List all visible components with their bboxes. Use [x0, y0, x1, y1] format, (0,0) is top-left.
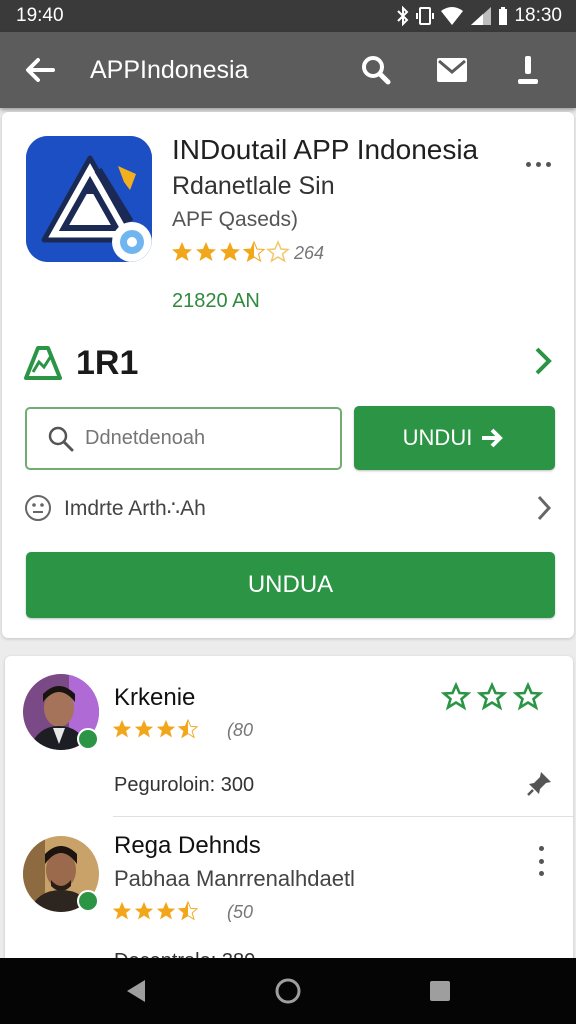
app-bar-title: APPIndonesia [90, 55, 249, 84]
rate-app-label: Imdrte Arth∴Ah [64, 496, 206, 520]
rating-stars-icon [112, 900, 199, 921]
battery-icon [499, 7, 508, 25]
unduh-button[interactable]: UNDUI [354, 406, 555, 470]
nav-home-button[interactable] [258, 961, 318, 1021]
app-name: INDoutail APP Indonesia [172, 134, 479, 165]
system-nav-bar [0, 958, 576, 1024]
status-time: 19:40 [16, 5, 64, 26]
reviewer-subtitle: Pabhaa Manrrenalhdaetl [114, 866, 355, 891]
review-rating: (50 [111, 900, 253, 924]
app-rating: 264 [170, 240, 324, 266]
reviews-card: Krkenie (80 Peguroloin: 300 Rega Dehnds … [5, 656, 573, 976]
wifi-icon [441, 7, 464, 25]
nav-back-icon [127, 980, 145, 1002]
reviewer-name: Rega Dehnds [114, 832, 261, 859]
bluetooth-icon [397, 6, 409, 26]
search-input[interactable] [85, 427, 325, 450]
app-category: APF Qaseds) [172, 208, 299, 231]
vibrate-icon [416, 7, 435, 25]
search-button[interactable] [338, 32, 414, 108]
nav-home-icon [275, 978, 301, 1004]
more-vert-icon [538, 846, 544, 851]
app-icon [26, 136, 152, 262]
unduh-button-label: UNDUI [402, 425, 473, 450]
star-outline-icon[interactable] [441, 682, 553, 712]
review-divider [113, 816, 573, 817]
back-button[interactable] [0, 32, 80, 108]
status-time-right: 18:30 [514, 5, 562, 26]
more-options-button[interactable] [520, 152, 556, 176]
nav-recents-button[interactable] [410, 961, 470, 1021]
nav-recents-icon [430, 981, 450, 1001]
unduh-primary-button[interactable]: UNDUA [26, 552, 555, 618]
mail-icon [437, 58, 467, 82]
app-bar-actions [338, 32, 566, 108]
review-meta: Peguroloin: 300 [114, 774, 255, 796]
arrow-right-icon [482, 428, 504, 448]
rating-count: 264 [294, 242, 325, 263]
download-icon [518, 56, 538, 84]
nav-back-button[interactable] [106, 961, 166, 1021]
chevron-right-icon [535, 347, 552, 375]
signal-icon [471, 7, 492, 25]
online-badge [77, 728, 99, 750]
app-bar: APPIndonesia [0, 32, 576, 108]
chart-trend-icon [24, 346, 62, 380]
download-button[interactable] [490, 32, 566, 108]
online-badge [77, 890, 99, 912]
status-bar: 19:40 18:30 [0, 0, 576, 32]
review-count: (80 [227, 719, 254, 740]
rating-stars-icon [172, 240, 290, 263]
review-rating: (80 [111, 718, 253, 742]
search-icon [362, 56, 391, 85]
version-label: 1R1 [76, 343, 139, 382]
back-arrow-icon [26, 58, 55, 82]
more-options-button[interactable] [529, 846, 553, 876]
app-logo-icon [26, 136, 152, 262]
rating-stars-icon [112, 718, 199, 739]
review-count: (50 [227, 901, 254, 922]
pin-icon[interactable] [527, 770, 553, 796]
install-count: 21820 AN [172, 290, 260, 312]
face-icon [25, 495, 51, 521]
reviewer-name: Krkenie [114, 684, 196, 711]
review-item: Rega Dehnds Pabhaa Manrrenalhdaetl (50 D… [5, 818, 573, 976]
chevron-right-icon [537, 495, 552, 521]
status-icons: 18:30 [396, 5, 562, 27]
mail-button[interactable] [414, 32, 490, 108]
version-row[interactable]: 1R1 [24, 340, 554, 386]
rate-app-row[interactable]: Imdrte Arth∴Ah [24, 490, 554, 526]
search-icon [48, 426, 74, 451]
app-detail-card: INDoutail APP Indonesia Rdanetlale Sin A… [2, 112, 574, 638]
search-field[interactable] [25, 407, 342, 470]
app-developer[interactable]: Rdanetlale Sin [172, 172, 335, 201]
review-item: Krkenie (80 Peguroloin: 300 [5, 656, 573, 816]
more-vert-icon [525, 161, 531, 167]
